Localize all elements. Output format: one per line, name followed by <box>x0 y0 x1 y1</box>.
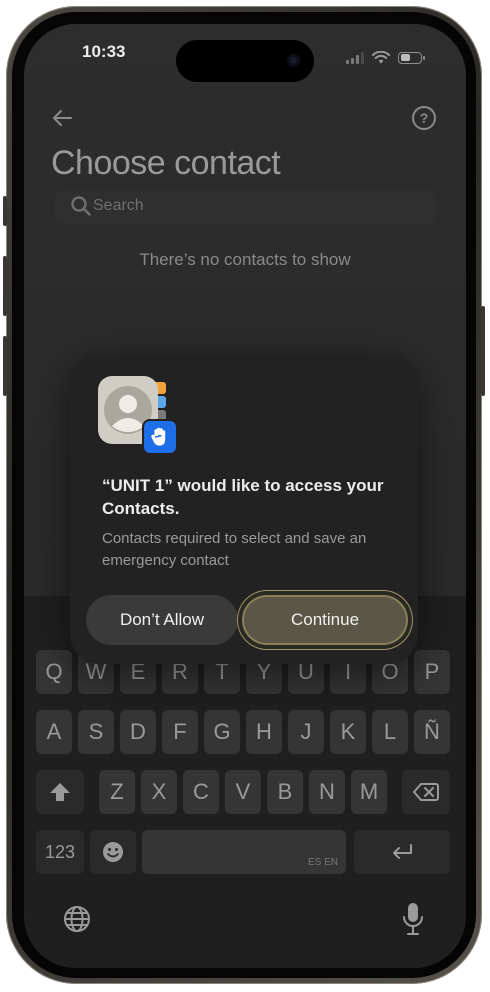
battery-icon <box>398 51 425 64</box>
microphone-icon[interactable] <box>402 902 424 936</box>
wifi-icon <box>372 51 390 64</box>
screen: 10:33 ? Choose contact Search There’s no… <box>24 24 466 968</box>
key-d[interactable]: D <box>120 710 156 754</box>
continue-button[interactable]: Continue <box>242 595 408 645</box>
search-icon <box>71 196 91 216</box>
dont-allow-button[interactable]: Don’t Allow <box>86 595 238 645</box>
side-button <box>481 306 485 396</box>
shift-arrow-icon <box>50 783 70 801</box>
key-f[interactable]: F <box>162 710 198 754</box>
emoji-icon <box>103 842 123 862</box>
key-a[interactable]: A <box>36 710 72 754</box>
volume-up-button <box>3 256 7 316</box>
key-v[interactable]: V <box>225 770 261 814</box>
key-b[interactable]: B <box>267 770 303 814</box>
delete-key[interactable] <box>402 770 450 814</box>
dialog-message: Contacts required to select and save an … <box>102 530 367 569</box>
volume-down-button <box>3 336 7 396</box>
key-n[interactable]: N <box>309 770 345 814</box>
key-s[interactable]: S <box>78 710 114 754</box>
return-key[interactable] <box>354 830 450 874</box>
key-c[interactable]: C <box>183 770 219 814</box>
key-h[interactable]: H <box>246 710 282 754</box>
key-n-tilde[interactable]: Ñ <box>414 710 450 754</box>
numbers-key[interactable]: 123 <box>36 830 84 874</box>
shift-key[interactable] <box>36 770 84 814</box>
emoji-key[interactable] <box>90 830 136 874</box>
key-g[interactable]: G <box>204 710 240 754</box>
space-key[interactable]: ES EN <box>142 830 346 874</box>
cellular-signal-icon <box>346 51 364 64</box>
return-icon <box>393 844 412 859</box>
dialog-title: “UNIT 1” would like to access your Conta… <box>102 476 384 518</box>
key-k[interactable]: K <box>330 710 366 754</box>
help-icon[interactable]: ? <box>412 106 436 130</box>
camera-icon <box>287 54 300 67</box>
privacy-hand-icon <box>142 419 178 455</box>
dynamic-island <box>176 40 314 82</box>
key-q[interactable]: Q <box>36 650 72 694</box>
page-title: Choose contact <box>51 144 281 182</box>
empty-state-message: There’s no contacts to show <box>139 250 351 269</box>
key-p[interactable]: P <box>414 650 450 694</box>
key-m[interactable]: M <box>351 770 387 814</box>
action-button <box>3 196 7 226</box>
contacts-permission-dialog: “UNIT 1” would like to access your Conta… <box>70 354 418 664</box>
key-z[interactable]: Z <box>99 770 135 814</box>
search-placeholder: Search <box>93 197 144 214</box>
key-x[interactable]: X <box>141 770 177 814</box>
key-l[interactable]: L <box>372 710 408 754</box>
status-time: 10:33 <box>82 42 126 61</box>
back-arrow-icon[interactable] <box>50 106 74 130</box>
status-icons <box>346 51 425 64</box>
backspace-icon <box>413 783 439 801</box>
globe-icon[interactable] <box>62 904 92 934</box>
key-j[interactable]: J <box>288 710 324 754</box>
